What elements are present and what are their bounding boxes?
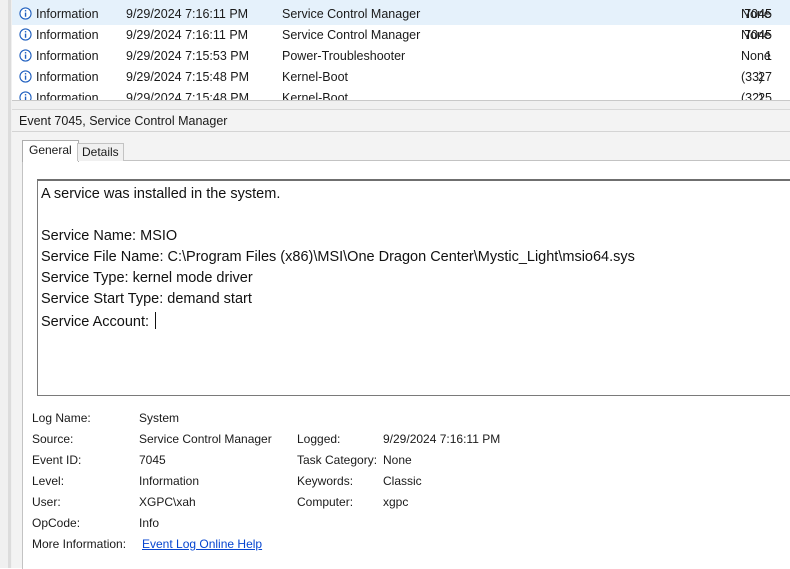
- event-task: None: [741, 49, 771, 63]
- information-icon: [19, 7, 32, 20]
- tab-panel-general: A service was installed in the system. S…: [22, 160, 790, 569]
- message-account-line: Service Account:: [41, 312, 157, 330]
- opcode-value: Info: [139, 516, 160, 530]
- opcode-label: OpCode:: [32, 516, 81, 530]
- event-source: Service Control Manager: [282, 7, 421, 21]
- message-start-type: Service Start Type: demand start: [41, 291, 252, 307]
- computer-label: Computer:: [297, 495, 354, 509]
- event-id-value: 7045: [139, 453, 166, 467]
- log-name-value: System: [139, 411, 180, 425]
- event-date: 9/29/2024 7:15:48 PM: [126, 91, 250, 100]
- information-icon: [19, 28, 32, 41]
- divider: [12, 131, 790, 132]
- logged-value: 9/29/2024 7:16:11 PM: [383, 432, 501, 446]
- information-icon: [19, 91, 32, 100]
- message-service-file: Service File Name: C:\Program Files (x86…: [41, 249, 635, 265]
- message-service-type: Service Type: kernel mode driver: [41, 270, 253, 286]
- tab-details[interactable]: Details: [77, 143, 124, 161]
- keywords-value: Classic: [383, 474, 422, 488]
- table-row[interactable]: Information 9/29/2024 7:15:53 PM Power-T…: [12, 46, 790, 67]
- event-source: Kernel-Boot: [282, 91, 349, 100]
- event-task: (33): [741, 70, 764, 84]
- table-row[interactable]: Information 9/29/2024 7:15:48 PM Kernel-…: [12, 67, 790, 88]
- user-label: User:: [32, 495, 61, 509]
- computer-value: xgpc: [383, 495, 409, 509]
- event-list[interactable]: Information 9/29/2024 7:16:11 PM Service…: [12, 0, 790, 100]
- left-pane-scroll-edge: [8, 0, 11, 568]
- event-id-label: Event ID:: [32, 453, 82, 467]
- event-source: Power-Troubleshooter: [282, 49, 406, 63]
- detail-title: Event 7045, Service Control Manager: [19, 114, 228, 128]
- user-value: XGPC\xah: [139, 495, 196, 509]
- event-source: Service Control Manager: [282, 28, 421, 42]
- task-category-value: None: [383, 453, 412, 467]
- information-icon: [19, 70, 32, 83]
- event-level: Information: [36, 7, 99, 21]
- text-caret: [155, 312, 157, 329]
- event-task: None: [741, 28, 771, 42]
- event-level: Information: [36, 91, 99, 100]
- logged-label: Logged:: [297, 432, 341, 446]
- event-date: 9/29/2024 7:16:11 PM: [126, 7, 249, 21]
- table-row[interactable]: Information 9/29/2024 7:16:11 PM Service…: [12, 25, 790, 46]
- pane-splitter[interactable]: [12, 100, 790, 110]
- event-level: Information: [36, 49, 99, 63]
- tab-general[interactable]: General: [22, 140, 79, 162]
- task-category-label: Task Category:: [297, 453, 378, 467]
- level-label: Level:: [32, 474, 65, 488]
- event-date: 9/29/2024 7:16:11 PM: [126, 28, 249, 42]
- message-service-name: Service Name: MSIO: [41, 228, 178, 244]
- event-task: (32): [741, 91, 764, 100]
- event-log-online-help-link[interactable]: Event Log Online Help: [142, 537, 262, 551]
- event-source: Kernel-Boot: [282, 70, 349, 84]
- event-date: 9/29/2024 7:15:48 PM: [126, 70, 250, 84]
- source-label: Source:: [32, 432, 74, 446]
- keywords-label: Keywords:: [297, 474, 354, 488]
- source-value: Service Control Manager: [139, 432, 272, 446]
- event-task: None: [741, 7, 771, 21]
- information-icon: [19, 49, 32, 62]
- event-message-box[interactable]: A service was installed in the system. S…: [37, 179, 790, 396]
- log-name-label: Log Name:: [32, 411, 91, 425]
- event-detail-pane: Event 7045, Service Control Manager A se…: [12, 110, 790, 569]
- table-row[interactable]: Information 9/29/2024 7:16:11 PM Service…: [12, 4, 790, 25]
- event-date: 9/29/2024 7:15:53 PM: [126, 49, 250, 63]
- level-value: Information: [139, 474, 200, 488]
- message-summary: A service was installed in the system.: [41, 186, 281, 202]
- table-row[interactable]: Information 9/29/2024 7:15:48 PM Kernel-…: [12, 88, 790, 100]
- event-level: Information: [36, 28, 99, 42]
- more-information-label: More Information:: [32, 537, 127, 551]
- message-account: Service Account:: [41, 314, 154, 330]
- event-level: Information: [36, 70, 99, 84]
